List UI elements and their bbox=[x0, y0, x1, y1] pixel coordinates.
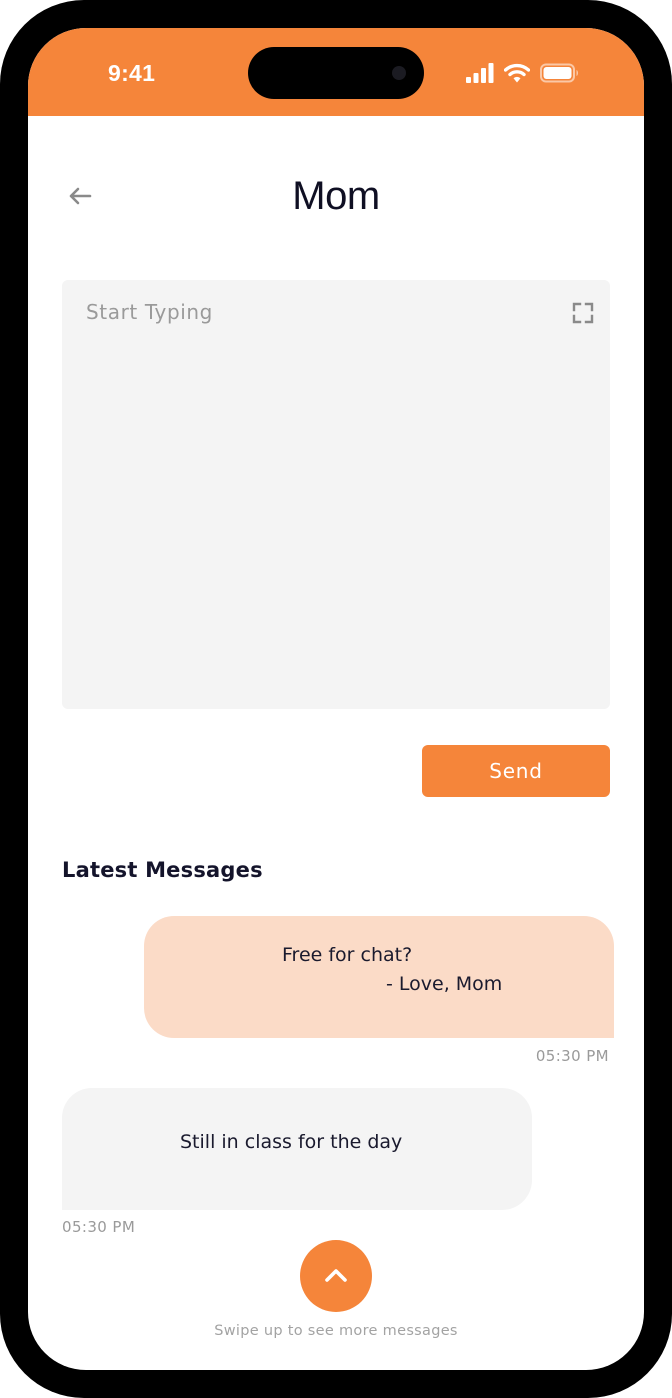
page-title: Mom bbox=[292, 174, 380, 218]
message-text: Still in class for the day bbox=[180, 1131, 403, 1153]
message-bubble-outgoing: Still in class for the day bbox=[62, 1088, 532, 1210]
message-timestamp: 05:30 PM bbox=[62, 1218, 136, 1236]
phone-frame: 9:41 Mom Start Typing Send Latest Messag… bbox=[0, 0, 672, 1398]
message-timestamp: 05:30 PM bbox=[535, 1047, 609, 1065]
camera-icon bbox=[392, 66, 406, 80]
message-composer bbox=[62, 280, 610, 709]
latest-messages-title: Latest Messages bbox=[62, 858, 263, 882]
status-bar: 9:41 bbox=[28, 28, 644, 116]
battery-icon bbox=[540, 63, 578, 83]
send-button[interactable]: Send bbox=[422, 745, 610, 797]
status-icons bbox=[466, 62, 580, 84]
wifi-icon bbox=[504, 63, 530, 83]
message-bubble-incoming: Free for chat? - Love, Mom bbox=[144, 916, 614, 1038]
message-signature: - Love, Mom bbox=[386, 973, 503, 995]
message-text: Free for chat? bbox=[282, 944, 413, 966]
message-input[interactable] bbox=[62, 280, 610, 709]
expand-icon[interactable] bbox=[572, 302, 594, 324]
swipe-up-button[interactable] bbox=[300, 1240, 372, 1312]
dynamic-island bbox=[248, 47, 424, 99]
screen: 9:41 Mom Start Typing Send Latest Messag… bbox=[28, 28, 644, 1370]
status-time: 9:41 bbox=[108, 60, 156, 86]
cellular-signal-icon bbox=[466, 63, 494, 83]
swipe-hint: Swipe up to see more messages bbox=[214, 1323, 458, 1339]
chevron-up-icon bbox=[325, 1269, 347, 1282]
